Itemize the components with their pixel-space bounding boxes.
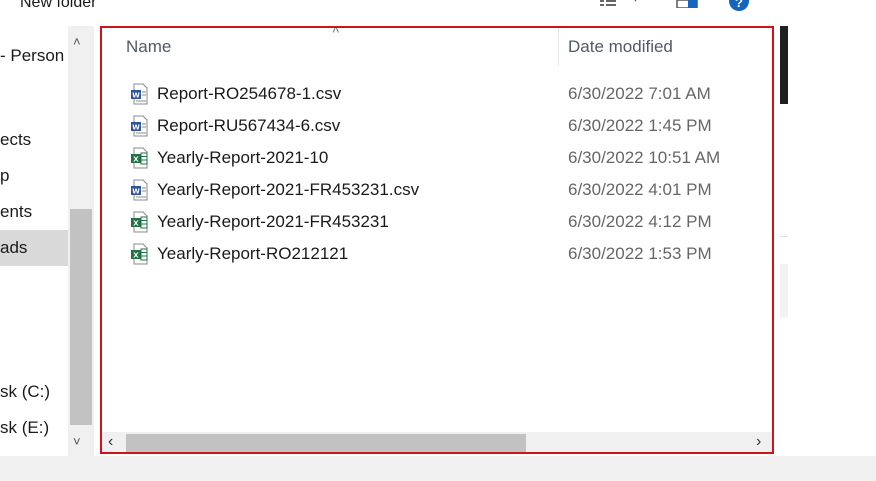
- horizontal-scrollbar-thumb[interactable]: [126, 434, 526, 452]
- nav-item[interactable]: ents: [0, 194, 68, 230]
- status-bar: [0, 456, 876, 481]
- file-date-modified: 6/30/2022 1:45 PM: [568, 116, 712, 135]
- nav-item-label: - Person: [0, 46, 65, 65]
- file-row[interactable]: W Yearly-Report-2021-FR453231.csv 6/30/202…: [102, 174, 772, 206]
- background-band: [780, 264, 788, 318]
- background-dark-bar: [780, 26, 788, 104]
- nav-item[interactable]: sk (E:): [0, 410, 68, 446]
- column-header-name[interactable]: Name: [126, 28, 171, 66]
- excel-file-icon: X: [130, 243, 148, 265]
- column-divider[interactable]: [558, 28, 559, 66]
- nav-item[interactable]: sk (C:): [0, 374, 68, 410]
- nav-item[interactable]: p: [0, 158, 68, 194]
- word-file-icon: W: [130, 83, 148, 105]
- file-date-modified: 6/30/2022 4:01 PM: [568, 180, 712, 199]
- file-row[interactable]: W Report-RU567434-6.csv 6/30/2022 1:45 PM: [102, 110, 772, 142]
- svg-text:W: W: [132, 124, 140, 132]
- word-file-icon: W: [130, 179, 148, 201]
- nav-item[interactable]: ads: [0, 230, 68, 266]
- file-list-pane: ˄ Name Date modified W Report-RO254678-1.…: [100, 26, 774, 454]
- file-name: Report-RO254678-1.csv: [157, 84, 342, 103]
- svg-text:W: W: [132, 188, 140, 196]
- file-row[interactable]: X Yearly-Report-RO212121 6/30/2022 1:53 PM: [102, 238, 772, 270]
- svg-text:X: X: [133, 156, 139, 164]
- preview-pane-icon[interactable]: [676, 0, 698, 8]
- navigation-pane: - Person ects p ents ads sk (C:) sk (E:): [0, 26, 68, 456]
- scroll-up-arrow-icon[interactable]: ˄: [73, 34, 81, 49]
- divider: [780, 236, 788, 237]
- file-date-modified: 6/30/2022 4:12 PM: [568, 212, 712, 231]
- sort-ascending-icon: ˄: [332, 26, 340, 37]
- file-row[interactable]: X Yearly-Report-2021-FR453231 6/30/2022 4:…: [102, 206, 772, 238]
- help-icon[interactable]: ?: [729, 0, 749, 11]
- details-view-icon[interactable]: [600, 0, 622, 8]
- horizontal-scrollbar[interactable]: ‹ ›: [102, 432, 772, 452]
- file-name: Yearly-Report-2021-FR453231.csv: [157, 180, 420, 199]
- column-header-date-modified[interactable]: Date modified: [568, 28, 673, 66]
- svg-text:X: X: [133, 252, 139, 260]
- file-date-modified: 6/30/2022 10:51 AM: [568, 148, 721, 167]
- svg-text:X: X: [133, 220, 139, 228]
- file-date-modified: 6/30/2022 1:53 PM: [568, 244, 712, 263]
- nav-item-label: sk (C:): [0, 382, 51, 401]
- scroll-down-arrow-icon[interactable]: ˅: [73, 434, 81, 449]
- file-name: Report-RU567434-6.csv: [157, 116, 341, 135]
- file-row[interactable]: W Report-RO254678-1.csv 6/30/2022 7:01 AM: [102, 78, 772, 110]
- file-name: Yearly-Report-RO212121: [157, 244, 349, 263]
- excel-file-icon: X: [130, 211, 148, 233]
- chevron-down-icon[interactable]: ▾: [633, 0, 638, 5]
- nav-item[interactable]: - Person: [0, 38, 68, 74]
- nav-item-label: sk (E:): [0, 418, 50, 437]
- toolbar: New folder ▾ ?: [0, 0, 780, 14]
- svg-text:W: W: [132, 92, 140, 100]
- file-date-modified: 6/30/2022 7:01 AM: [568, 84, 711, 103]
- background-window-edge: [780, 0, 876, 481]
- excel-file-icon: X: [130, 147, 148, 169]
- word-file-icon: W: [130, 115, 148, 137]
- scrollbar-thumb[interactable]: [70, 209, 92, 425]
- nav-item-label: p: [0, 166, 10, 185]
- new-folder-button[interactable]: New folder: [20, 0, 96, 12]
- file-name: Yearly-Report-2021-FR453231: [157, 212, 389, 231]
- nav-item-label: ects: [0, 130, 32, 149]
- nav-item-label: ads: [0, 238, 28, 257]
- nav-item[interactable]: ects: [0, 122, 68, 158]
- scroll-left-arrow-icon[interactable]: ‹: [108, 433, 113, 451]
- scroll-right-arrow-icon[interactable]: ›: [756, 433, 761, 451]
- file-row[interactable]: X Yearly-Report-2021-10 6/30/2022 10:51 AM: [102, 142, 772, 174]
- nav-item-label: ents: [0, 202, 33, 221]
- navigation-scrollbar[interactable]: ˄ ˅: [68, 26, 94, 456]
- file-name: Yearly-Report-2021-10: [157, 148, 329, 167]
